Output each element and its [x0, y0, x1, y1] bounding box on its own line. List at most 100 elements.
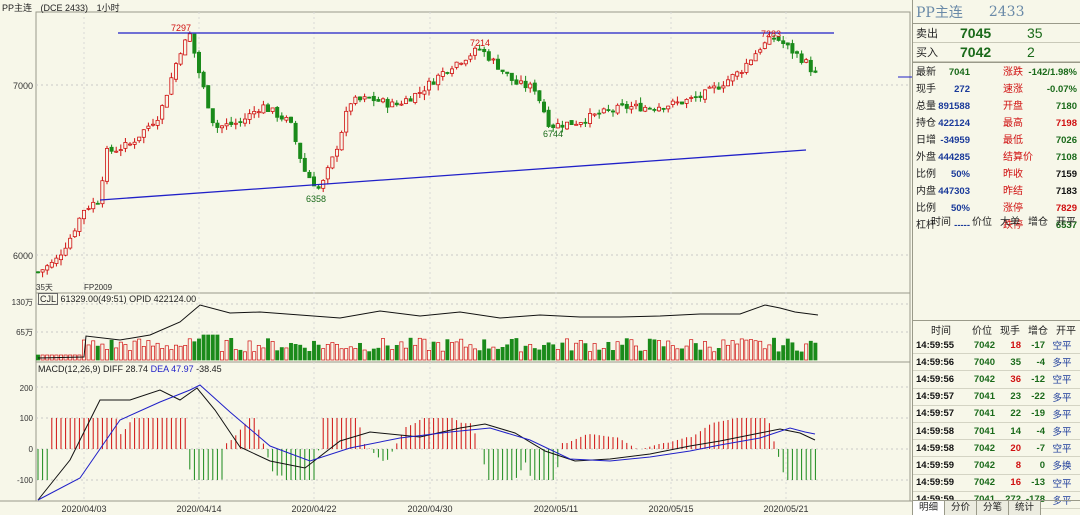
volume-bar — [767, 344, 772, 361]
candle-body — [624, 103, 629, 109]
kline-chart[interactable]: 7000 6000 130万 65万 200 100 0 -100 2020/04/03 2020… — [0, 0, 912, 515]
volume-bar — [247, 340, 252, 361]
candle-body — [698, 95, 703, 98]
trade-cell: 14 — [1010, 425, 1021, 437]
candle-body — [749, 59, 754, 66]
candle-body — [491, 58, 496, 61]
stat-value: 422124 — [938, 118, 970, 129]
trade-cell: 14:59:55 — [916, 339, 955, 351]
volume-bar — [670, 345, 675, 361]
candle-body — [684, 98, 689, 104]
candle-body — [238, 121, 243, 124]
candle-body — [560, 124, 565, 128]
volume-bar — [463, 346, 468, 361]
trade-row[interactable]: 14:59:59 7042 8 0 多换 — [913, 457, 1080, 475]
volume-bar — [362, 349, 367, 361]
volume-bar — [684, 345, 689, 361]
trade-cell: 7041 — [973, 408, 995, 420]
candle-body — [790, 43, 795, 54]
candle-body — [284, 117, 289, 121]
volume-bar — [753, 340, 758, 361]
y-tick: 0 — [29, 445, 34, 454]
candle-body — [155, 119, 160, 126]
candle-body — [454, 61, 459, 68]
trade-row[interactable]: 14:59:55 7042 18 -17 空平 — [913, 337, 1080, 355]
volume-bar — [427, 350, 431, 361]
candle-body — [164, 94, 169, 108]
candle-body — [578, 122, 583, 125]
candle-body — [95, 202, 100, 205]
volume-bar — [790, 342, 795, 361]
volume-bar — [597, 349, 602, 361]
volume-bar — [509, 338, 514, 361]
trade-cell: 空平 — [1052, 375, 1072, 387]
candle-body — [86, 207, 91, 210]
trade-cell: 空平 — [1052, 341, 1072, 353]
candle-body — [808, 59, 813, 73]
tab-1[interactable]: 分价 — [945, 501, 978, 515]
trade-row[interactable]: 14:59:58 7041 14 -4 多平 — [913, 423, 1080, 441]
stat-label: 速涨 — [1003, 84, 1023, 95]
macd-name[interactable]: MACD(12,26,9) — [38, 364, 101, 374]
volume-bar — [486, 348, 491, 361]
volume-bar — [707, 346, 712, 361]
volume-bar — [220, 351, 224, 361]
candle-body — [247, 113, 252, 120]
candle-body — [546, 109, 551, 127]
trade-cell: 空平 — [1052, 444, 1072, 456]
trades-header-top: 时间 价位 大单 增仓 开平 — [913, 212, 1080, 229]
trade-cell: 35 — [1010, 356, 1021, 368]
volume-bar — [109, 339, 114, 361]
stat-label: 结算价 — [1003, 152, 1033, 163]
tab-3[interactable]: 统计 — [1009, 501, 1042, 515]
volume-bar — [523, 345, 528, 361]
trade-row[interactable]: 14:59:56 7042 36 -12 空平 — [913, 371, 1080, 389]
period-label: 35天 — [36, 283, 53, 292]
trade-cell: -17 — [1031, 339, 1045, 351]
volume-bar — [330, 342, 335, 361]
volume-bar — [371, 348, 376, 361]
candle-body — [795, 51, 800, 54]
stats-grid: 最新 7041 涨跌 -142/1.98% 现手 272 速涨 -0.07% 总量 891588 开… — [913, 62, 1080, 236]
volume-bar — [666, 340, 671, 361]
chart-area[interactable]: 7000 6000 130万 65万 200 100 0 -100 2020/04/03 2020… — [0, 0, 912, 515]
period-label[interactable]: 1小时 — [97, 3, 120, 13]
volume-bar — [537, 349, 542, 361]
trade-row[interactable]: 14:59:57 7041 23 -22 多平 — [913, 389, 1080, 406]
candle-body — [169, 77, 174, 95]
trade-row[interactable]: 14:59:58 7042 20 -7 空平 — [913, 440, 1080, 458]
candle-body — [137, 136, 142, 142]
stat-label: 现手 — [916, 84, 936, 95]
volume-bar — [385, 345, 390, 361]
volume-bar — [224, 339, 229, 361]
detail-tabs: 明细 分价 分笔 统计 — [913, 500, 1080, 515]
candle-body — [472, 47, 477, 56]
trade-cell: 7040 — [973, 356, 995, 368]
tab-0[interactable]: 明细 — [913, 501, 946, 515]
volume-name[interactable]: CJL — [38, 293, 59, 305]
trade-row[interactable]: 14:59:59 7042 16 -13 空平 — [913, 475, 1080, 492]
high-label: 7283 — [761, 29, 781, 39]
volume-bar — [482, 339, 487, 361]
candle-body — [417, 92, 422, 94]
candle-body — [739, 72, 744, 74]
volume-bar — [675, 348, 680, 361]
trade-row[interactable]: 14:59:57 7041 22 -19 多平 — [913, 406, 1080, 423]
stat-value: 7041 — [948, 67, 970, 78]
candle-body — [118, 149, 123, 151]
candle-body — [758, 49, 763, 53]
candle-body — [735, 71, 740, 77]
tab-2[interactable]: 分笔 — [977, 501, 1010, 515]
stat-label: 最新 — [916, 67, 936, 78]
trades-list[interactable]: 14:59:55 7042 18 -17 空平 14:59:56 7040 35 -4 多平 14:… — [913, 337, 1080, 509]
volume-bar — [473, 348, 477, 361]
volume-bar — [601, 348, 606, 361]
volume-bar — [289, 342, 293, 361]
candle-body — [606, 109, 611, 111]
candle-body — [445, 72, 450, 74]
candle-body — [206, 85, 211, 109]
candle-body — [463, 59, 468, 65]
volume-bar — [307, 350, 312, 361]
volume-bar — [284, 347, 289, 361]
trade-row[interactable]: 14:59:56 7040 35 -4 多平 — [913, 354, 1080, 372]
